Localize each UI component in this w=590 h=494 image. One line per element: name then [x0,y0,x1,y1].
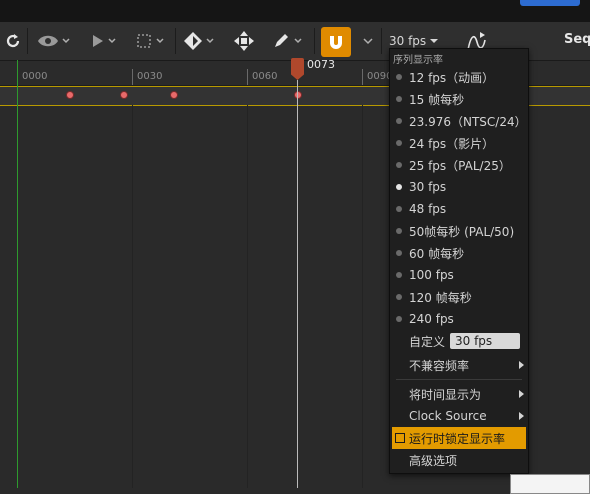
lock-runtime-label: 运行时锁定显示率 [409,431,506,446]
keyframe[interactable] [170,91,178,99]
rate-item[interactable]: 50帧每秒 (PAL/50) [390,220,528,242]
incompatible-rates-label: 不兼容频率 [409,358,470,373]
refresh-icon[interactable] [2,22,24,60]
rate-item[interactable]: 30 fps [390,176,528,198]
fps-button-label: 30 fps [389,34,427,48]
clock-source-item[interactable]: Clock Source [390,405,528,427]
rate-item[interactable]: 48 fps [390,198,528,220]
rate-item[interactable]: 60 帧每秒 [390,242,528,264]
window-top-strip [0,0,590,22]
keyframe[interactable] [66,91,74,99]
move-arrows-icon[interactable] [232,22,256,60]
menu-header: 序列显示率 [393,55,443,66]
rate-label: 23.976（NTSC/24） [409,114,527,129]
radio-dot-icon [396,162,402,168]
toolbar-separator [175,28,176,54]
chevron-down-icon[interactable] [361,22,375,60]
keyframe[interactable] [294,91,302,99]
keyframe[interactable] [120,91,128,99]
rate-label: 120 帧每秒 [409,290,472,305]
radio-dot-icon [396,140,402,146]
radio-dot-icon [396,316,402,322]
rate-item[interactable]: 25 fps（PAL/25） [390,154,528,176]
ruler-tick [247,69,248,85]
radio-dot-icon [396,96,402,102]
display-rate-menu: 序列显示率 12 fps（动画） 15 帧每秒 23.976（NTSC/24） 24 … [389,48,529,474]
advanced-options-label: 高级选项 [409,453,458,468]
key-diamond-icon[interactable] [182,22,218,60]
play-icon[interactable] [90,22,120,60]
ruler-tick [132,69,133,85]
rate-label: 24 fps（影片） [409,136,495,151]
marquee-select-icon[interactable] [136,22,168,60]
current-frame-label: 0073 [307,58,335,71]
rate-label: 25 fps（PAL/25） [409,158,511,173]
ruler-label: 0030 [137,71,163,82]
chevron-down-icon [430,39,439,43]
ruler-label: 0060 [252,71,278,82]
clock-source-label: Clock Source [409,409,487,423]
menu-divider [396,379,522,380]
rate-label: 60 帧每秒 [409,246,465,261]
custom-rate-input[interactable]: 30 fps [450,333,520,349]
grid-line [132,105,133,488]
toolbar-separator [27,28,28,54]
lock-runtime-rate-item[interactable]: 运行时锁定显示率 [392,427,526,449]
toolbar-separator [381,28,382,54]
rate-item[interactable]: 15 帧每秒 [390,88,528,110]
window-accent [520,0,580,6]
submenu-arrow-icon [519,412,524,420]
show-time-as-label: 将时间显示为 [409,387,482,402]
grid-line [247,105,248,488]
radio-dot-icon [396,294,402,300]
custom-rate-label: 自定义 [409,334,446,349]
sequence-title: Sequ [564,32,590,47]
lock-runtime-checkbox[interactable] [395,433,405,443]
rate-label: 12 fps（动画） [409,70,495,85]
radio-dot-icon [396,118,402,124]
rate-item[interactable]: 23.976（NTSC/24） [390,110,528,132]
rate-item[interactable]: 24 fps（影片） [390,132,528,154]
grid-line [362,105,363,488]
tooltip [510,474,590,494]
playback-start-marker[interactable] [17,60,18,488]
advanced-options-item[interactable]: 高级选项 [390,449,528,471]
rate-item[interactable]: 240 fps [390,308,528,330]
radio-dot-icon [396,250,402,256]
playhead-line [297,80,298,488]
submenu-arrow-icon [519,390,524,398]
radio-dot-icon [396,206,402,212]
rate-label: 100 fps [409,268,454,282]
pencil-icon[interactable] [272,22,308,60]
rate-item[interactable]: 120 帧每秒 [390,286,528,308]
show-time-as-item[interactable]: 将时间显示为 [390,383,528,405]
rate-label: 30 fps [409,180,447,194]
radio-dot-icon [396,184,402,190]
radio-dot-icon [396,272,402,278]
submenu-arrow-icon [519,361,524,369]
ruler-tick [362,69,363,85]
radio-dot-icon [396,74,402,80]
rate-label: 15 帧每秒 [409,92,465,107]
toolbar-separator [314,28,315,54]
eye-icon[interactable] [36,22,72,60]
rate-item[interactable]: 100 fps [390,264,528,286]
custom-rate-item: 自定义 30 fps [390,330,528,352]
rate-label: 240 fps [409,312,454,326]
rate-label: 48 fps [409,202,447,216]
rate-label: 50帧每秒 (PAL/50) [409,224,515,239]
incompatible-rates-item[interactable]: 不兼容频率 [390,354,528,376]
ruler-label: 0000 [22,71,48,82]
rate-item[interactable]: 12 fps（动画） [390,66,528,88]
magnet-icon[interactable] [321,27,351,57]
radio-dot-icon [396,228,402,234]
